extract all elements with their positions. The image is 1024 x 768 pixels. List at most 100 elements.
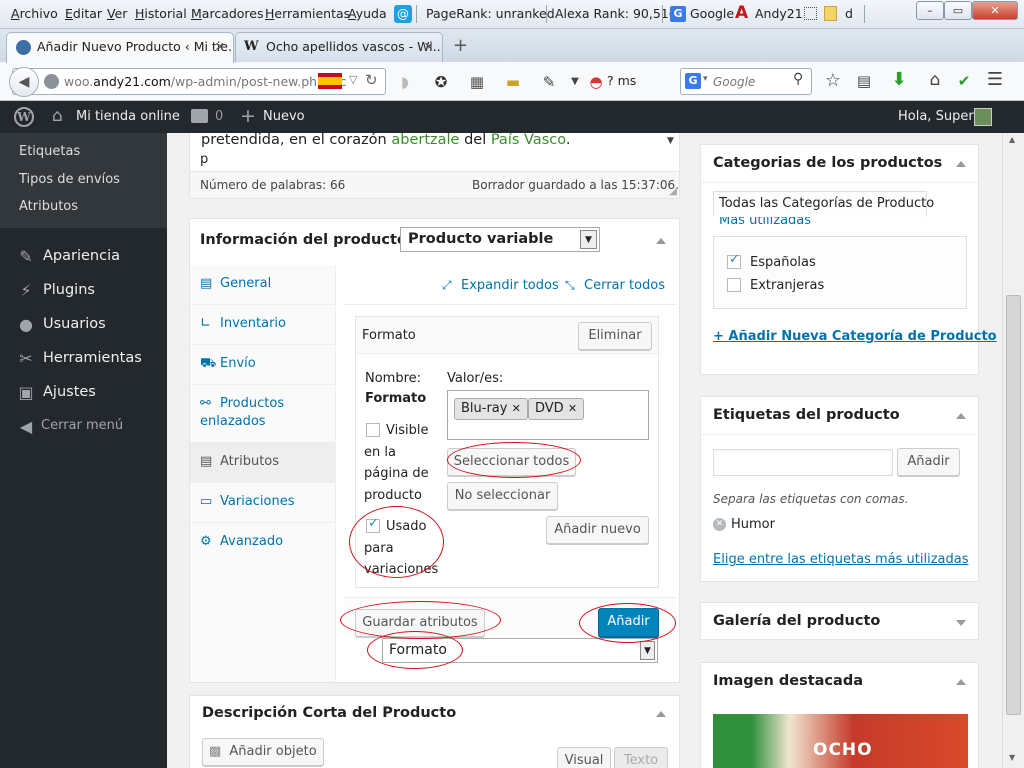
sidebar-collapse-menu[interactable]: ◀ Cerrar menú — [0, 411, 167, 443]
scroll-up-icon[interactable]: ▲ — [1009, 135, 1015, 144]
select-none-button[interactable]: No seleccionar — [447, 482, 558, 510]
collapse-toggle-icon[interactable] — [656, 238, 666, 244]
menu-archivo[interactable]: Archivo — [11, 6, 58, 21]
tag-input[interactable] — [713, 449, 893, 476]
scroll-down-icon[interactable]: ▼ — [667, 136, 674, 146]
reload-icon[interactable]: ↻ — [365, 71, 378, 89]
minimize-button[interactable]: – — [916, 1, 944, 20]
menu-ver[interactable]: Ver — [107, 6, 127, 21]
collapse-toggle-icon[interactable] — [956, 413, 966, 419]
ruler-icon[interactable]: ▬ — [504, 73, 522, 91]
tab-avanzado[interactable]: ⚙ Avanzado — [190, 523, 336, 563]
rainbow-icon[interactable]: ◓ — [587, 73, 605, 91]
expand-all-link[interactable]: Expandir todos — [461, 278, 559, 293]
user-greeting[interactable]: Hola, Super — [898, 109, 974, 124]
add-media-button[interactable]: ▩ Añadir objeto — [202, 738, 324, 766]
menu-herramientas[interactable]: Herramientas — [265, 6, 350, 21]
wordpress-logo-icon[interactable]: W — [14, 107, 34, 127]
tab-all-categories[interactable]: Todas las Categorías de Producto — [713, 191, 934, 217]
expand-toggle-icon[interactable] — [956, 620, 966, 626]
add-new-value-button[interactable]: Añadir nuevo — [546, 516, 649, 544]
values-multiselect[interactable]: Blu-ray ✕ DVD ✕ — [447, 390, 649, 440]
reading-list-icon[interactable]: ▤ — [855, 72, 873, 90]
back-arrow-icon[interactable]: ◀ — [9, 67, 39, 97]
at-icon[interactable]: @ — [394, 5, 412, 23]
collapse-toggle-icon[interactable] — [656, 711, 666, 717]
new-content-link[interactable]: Nuevo — [263, 109, 305, 124]
scroll-down-icon[interactable]: ▼ — [1009, 753, 1015, 762]
sync-icon[interactable]: ✪ — [432, 73, 450, 91]
submenu-atributos[interactable]: Atributos — [19, 199, 78, 214]
close-tab-icon[interactable]: ✕ — [424, 33, 434, 61]
product-type-select[interactable]: Producto variable ▼ — [400, 227, 600, 252]
plus-icon[interactable]: + — [240, 105, 256, 127]
home-icon[interactable]: ⌂ — [52, 106, 63, 126]
site-name-link[interactable]: Mi tienda online — [76, 109, 180, 124]
menu-ayuda[interactable]: Ayuda — [348, 6, 387, 21]
google-toolbar[interactable]: Google — [690, 6, 734, 21]
sidebar-item-usuarios[interactable]: ● Usuarios — [0, 309, 167, 341]
comments-count[interactable]: 0 — [215, 109, 223, 124]
text-tab[interactable]: Texto — [614, 747, 668, 768]
tab-ocho-apellidos[interactable]: W Ocho apellidos vascos - Wi... ✕ — [235, 32, 443, 62]
dropdown-arrow-icon[interactable]: ▼ — [566, 73, 584, 91]
comments-icon[interactable] — [191, 109, 208, 123]
sidebar-item-apariencia[interactable]: ✎ Apariencia — [0, 241, 167, 273]
search-icon[interactable]: ⚲ — [793, 71, 803, 87]
remove-token-icon[interactable]: ✕ — [512, 402, 521, 415]
attribute-header[interactable]: Formato Eliminar — [356, 317, 658, 354]
dropdown-arrow-icon[interactable]: ▽ — [349, 73, 357, 86]
square-icon[interactable] — [804, 7, 817, 20]
close-window-button[interactable]: ✕ — [972, 1, 1018, 20]
product-gallery-box[interactable]: Galería del producto — [700, 602, 979, 640]
tab-envio[interactable]: ⛟ Envío — [190, 345, 336, 385]
avatar[interactable] — [974, 108, 992, 126]
menu-marcadores[interactable]: Marcadores — [191, 6, 264, 21]
sidebar-item-plugins[interactable]: ⚡ Plugins — [0, 275, 167, 307]
rss-icon[interactable]: ◗ — [396, 73, 414, 91]
maximize-button[interactable]: ▭ — [944, 1, 972, 20]
tab-atributos[interactable]: ▤ Atributos — [190, 443, 336, 483]
search-box[interactable]: G ▾ ⚲ — [680, 68, 812, 95]
home-icon[interactable]: ⌂ — [926, 71, 944, 89]
remove-tag-icon[interactable]: ✕ — [713, 518, 726, 531]
scrollbar-thumb[interactable] — [1006, 295, 1021, 715]
submenu-etiquetas[interactable]: Etiquetas — [19, 144, 80, 159]
d-toolbar[interactable]: d — [845, 6, 853, 21]
menu-historial[interactable]: Historial — [135, 6, 187, 21]
category-checkbox-extranjeras[interactable] — [727, 278, 741, 292]
sidebar-item-herramientas[interactable]: ✂ Herramientas — [0, 343, 167, 375]
category-checkbox-espanolas[interactable] — [727, 252, 741, 269]
tab-general[interactable]: ▤ General — [190, 265, 336, 305]
grid-icon[interactable]: ▦ — [468, 73, 486, 91]
tab-variaciones[interactable]: ▭ Variaciones — [190, 483, 336, 523]
page-scrollbar[interactable]: ▲ ▼ — [1002, 133, 1024, 768]
collapse-toggle-icon[interactable] — [956, 679, 966, 685]
eyedropper-icon[interactable]: ✎ — [540, 73, 558, 91]
url-text[interactable]: woo.andy21.com/wp-admin/post-new.php?pc — [64, 74, 346, 89]
tab-productos-enlazados[interactable]: ⚯ Productos enlazados — [190, 385, 336, 443]
download-arrow-icon[interactable]: ⬇ — [890, 71, 908, 89]
close-all-link[interactable]: Cerrar todos — [584, 278, 665, 293]
choose-tags-link[interactable]: Elige entre las etiquetas más utilizadas — [713, 552, 968, 567]
remove-attribute-button[interactable]: Eliminar — [578, 322, 652, 350]
checkmark-addon-icon[interactable]: ✔ — [955, 72, 973, 90]
andy21-toolbar[interactable]: Andy21 — [755, 6, 803, 21]
visual-tab[interactable]: Visual — [557, 747, 611, 768]
close-tab-icon[interactable]: ✕ — [215, 33, 225, 61]
search-input[interactable] — [713, 72, 791, 91]
new-tab-plus-icon[interactable]: + — [453, 35, 468, 56]
dropdown-arrow-icon[interactable]: ▼ — [580, 230, 597, 249]
bookmark-star-icon[interactable]: ☆ — [824, 72, 842, 90]
dropdown-arrow-icon[interactable]: ▼ — [640, 641, 655, 660]
menu-editar[interactable]: Editar — [65, 6, 102, 21]
resize-handle[interactable]: ◢ — [669, 186, 677, 197]
submenu-tipos-envios[interactable]: Tipos de envíos — [19, 172, 120, 187]
dropdown-arrow-icon[interactable]: ▾ — [703, 74, 708, 84]
remove-token-icon[interactable]: ✕ — [568, 402, 577, 415]
tab-add-product[interactable]: Añadir Nuevo Producto ‹ Mi tie... ✕ — [6, 32, 234, 63]
tab-inventario[interactable]: ∟ Inventario — [190, 305, 336, 345]
hamburger-menu-icon[interactable]: ☰ — [986, 71, 1004, 89]
collapse-toggle-icon[interactable] — [956, 161, 966, 167]
sidebar-item-ajustes[interactable]: ▣ Ajustes — [0, 377, 167, 409]
